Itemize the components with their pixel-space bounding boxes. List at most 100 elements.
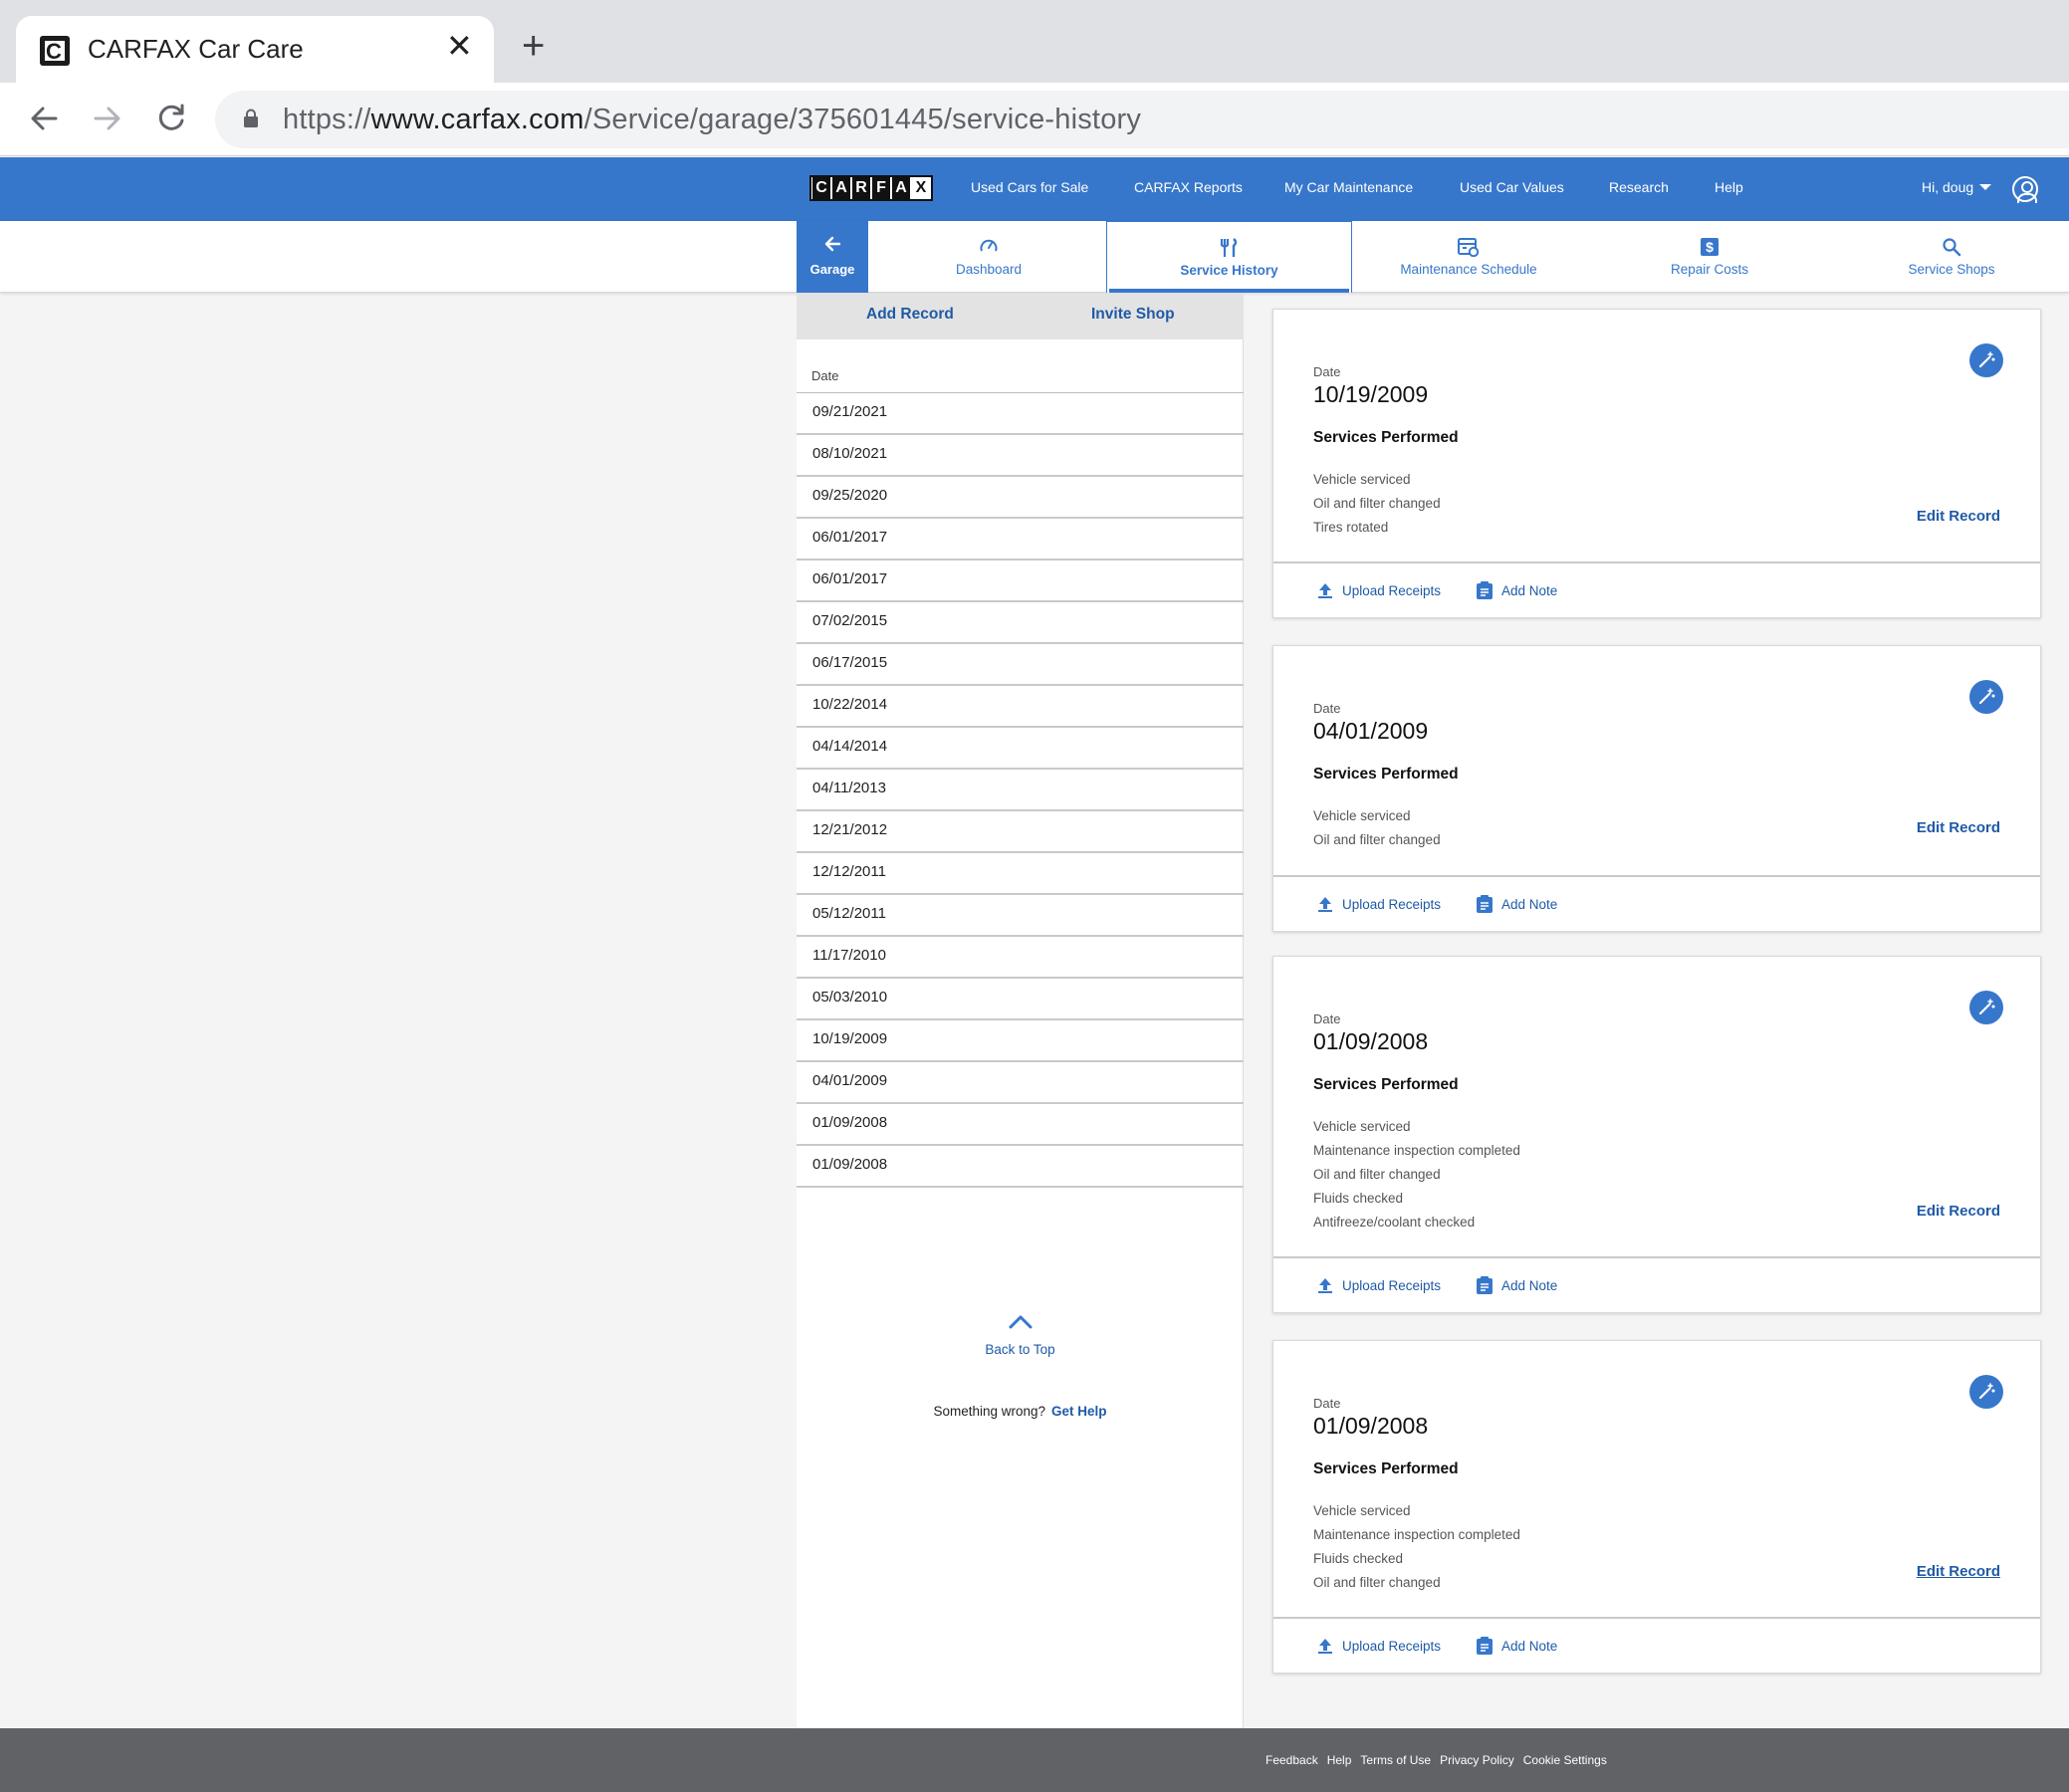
date-list-item[interactable]: 05/12/2011 xyxy=(797,895,1244,937)
user-menu[interactable]: Hi, doug xyxy=(1922,179,1992,195)
logo-letter: X xyxy=(912,177,930,199)
garage-back-button[interactable]: Garage xyxy=(797,221,868,293)
edit-record-link[interactable]: Edit Record xyxy=(1917,819,2000,836)
back-to-top-button[interactable]: Back to Top xyxy=(797,1314,1244,1357)
date-list-item[interactable]: 09/21/2021 xyxy=(797,393,1244,435)
tab-label: Service Shops xyxy=(1908,262,1995,277)
tab-service-history[interactable]: Service History xyxy=(1106,221,1352,293)
reload-icon[interactable] xyxy=(151,99,191,138)
footer-link-help[interactable]: Help xyxy=(1327,1753,1352,1767)
add-note-button[interactable]: Add Note xyxy=(1475,1636,1557,1656)
tab-service-shops[interactable]: Service Shops xyxy=(1834,221,2069,293)
service-item: Fluids checked xyxy=(1313,1551,1404,1566)
dollar-icon: $ xyxy=(1701,238,1719,256)
add-note-button[interactable]: Add Note xyxy=(1475,580,1557,600)
logo-letter: A xyxy=(832,177,850,199)
close-tab-icon[interactable]: ✕ xyxy=(446,30,473,62)
footer-link-feedback[interactable]: Feedback xyxy=(1265,1753,1318,1767)
date-list-item[interactable]: 12/21/2012 xyxy=(797,811,1244,853)
upload-receipts-button[interactable]: Upload Receipts xyxy=(1315,1275,1441,1295)
service-date-sidebar: Add Record Invite Shop Date 09/21/2021 0… xyxy=(797,294,1244,1728)
back-arrow-icon[interactable] xyxy=(24,99,64,138)
caret-down-icon xyxy=(1979,184,1992,190)
date-list-item[interactable]: 10/22/2014 xyxy=(797,686,1244,728)
add-note-button[interactable]: Add Note xyxy=(1475,1275,1557,1295)
svg-text:$: $ xyxy=(1706,239,1714,255)
add-record-button[interactable]: Add Record xyxy=(866,306,954,324)
date-list-item[interactable]: 11/17/2010 xyxy=(797,937,1244,979)
magic-wand-icon[interactable] xyxy=(1969,991,2003,1024)
edit-record-link[interactable]: Edit Record xyxy=(1917,1203,2000,1220)
upload-icon xyxy=(1318,583,1332,598)
nav-used-cars[interactable]: Used Cars for Sale xyxy=(971,179,1088,195)
service-item: Oil and filter changed xyxy=(1313,1167,1441,1182)
logo-letter: C xyxy=(812,177,830,199)
tab-repair-costs[interactable]: $ Repair Costs xyxy=(1585,221,1834,293)
footer-link-terms[interactable]: Terms of Use xyxy=(1360,1753,1431,1767)
account-icon[interactable] xyxy=(2012,176,2038,203)
magic-wand-icon[interactable] xyxy=(1969,680,2003,714)
tab-label: Dashboard xyxy=(955,262,1023,277)
chevron-up-icon xyxy=(1009,1315,1032,1329)
edit-record-link[interactable]: Edit Record xyxy=(1917,1563,2000,1580)
edit-record-link[interactable]: Edit Record xyxy=(1917,508,2000,525)
magic-wand-icon[interactable] xyxy=(1969,343,2003,377)
tab-dashboard[interactable]: Dashboard xyxy=(869,221,1108,293)
add-note-label: Add Note xyxy=(1501,1277,1558,1293)
add-note-label: Add Note xyxy=(1501,582,1558,598)
url-input[interactable]: https://www.carfax.com/Service/garage/37… xyxy=(215,91,2069,148)
upload-receipts-button[interactable]: Upload Receipts xyxy=(1315,1636,1441,1656)
site-top-nav: C A R F A X Used Cars for Sale CARFAX Re… xyxy=(0,157,2069,221)
help-line: Something wrong? Get Help xyxy=(797,1404,1244,1419)
clipboard-icon xyxy=(1477,1276,1493,1294)
services-performed-heading: Services Performed xyxy=(1313,766,1459,783)
page-footer: Feedback Help Terms of Use Privacy Polic… xyxy=(0,1728,2069,1792)
carfax-logo[interactable]: C A R F A X xyxy=(809,175,933,201)
nav-carfax-reports[interactable]: CARFAX Reports xyxy=(1134,179,1243,195)
get-help-link[interactable]: Get Help xyxy=(1051,1404,1107,1419)
nav-research[interactable]: Research xyxy=(1609,179,1669,195)
nav-help[interactable]: Help xyxy=(1715,179,1743,195)
magic-wand-icon[interactable] xyxy=(1969,1375,2003,1409)
footer-link-privacy[interactable]: Privacy Policy xyxy=(1440,1753,1514,1767)
date-list-item[interactable]: 12/12/2011 xyxy=(797,853,1244,895)
tab-label: Maintenance Schedule xyxy=(1400,262,1537,277)
date-list-item[interactable]: 10/19/2009 xyxy=(797,1020,1244,1062)
date-list-item[interactable]: 04/11/2013 xyxy=(797,770,1244,811)
forward-arrow-icon[interactable] xyxy=(88,99,127,138)
service-item: Vehicle serviced xyxy=(1313,1119,1411,1134)
upload-receipts-button[interactable]: Upload Receipts xyxy=(1315,580,1441,600)
service-record-card: Date 01/09/2008 Services Performed Vehic… xyxy=(1272,956,2041,1313)
date-list-item[interactable]: 05/03/2010 xyxy=(797,979,1244,1020)
record-actions: Upload Receipts Add Note xyxy=(1273,561,2040,617)
footer-link-cookie-settings[interactable]: Cookie Settings xyxy=(1523,1753,1607,1767)
nav-my-car-maintenance[interactable]: My Car Maintenance xyxy=(1284,179,1413,195)
services-list: Vehicle serviced Maintenance inspection … xyxy=(1313,1115,1520,1234)
url-text: https://www.carfax.com/Service/garage/37… xyxy=(283,104,1141,136)
tab-maintenance-schedule[interactable]: Maintenance Schedule xyxy=(1352,221,1585,293)
search-icon xyxy=(1943,238,1961,257)
add-note-button[interactable]: Add Note xyxy=(1475,894,1557,914)
something-wrong-text: Something wrong? xyxy=(933,1404,1046,1419)
date-list-item[interactable]: 06/17/2015 xyxy=(797,644,1244,686)
service-item: Maintenance inspection completed xyxy=(1313,1143,1520,1158)
date-list-item[interactable]: 06/01/2017 xyxy=(797,560,1244,602)
url-host: www.carfax.com xyxy=(370,104,584,135)
services-performed-heading: Services Performed xyxy=(1313,1460,1459,1477)
upload-icon xyxy=(1318,1639,1332,1654)
invite-shop-button[interactable]: Invite Shop xyxy=(1091,306,1175,324)
date-list-item[interactable]: 06/01/2017 xyxy=(797,519,1244,560)
upload-receipts-button[interactable]: Upload Receipts xyxy=(1315,894,1441,914)
date-list-item[interactable]: 04/01/2009 xyxy=(797,1062,1244,1104)
date-list-item[interactable]: 07/02/2015 xyxy=(797,602,1244,644)
browser-tab[interactable]: CARFAX Car Care ✕ xyxy=(16,16,494,83)
date-list-item[interactable]: 08/10/2021 xyxy=(797,435,1244,477)
date-list-item[interactable]: 04/14/2014 xyxy=(797,728,1244,770)
date-list-item[interactable]: 09/25/2020 xyxy=(797,477,1244,519)
nav-used-car-values[interactable]: Used Car Values xyxy=(1460,179,1564,195)
record-date: 10/19/2009 xyxy=(1313,381,1429,407)
new-tab-icon[interactable]: + xyxy=(522,26,545,66)
date-list-item[interactable]: 01/09/2008 xyxy=(797,1104,1244,1146)
date-list-item[interactable]: 01/09/2008 xyxy=(797,1146,1244,1188)
logo-letter: R xyxy=(852,177,870,199)
